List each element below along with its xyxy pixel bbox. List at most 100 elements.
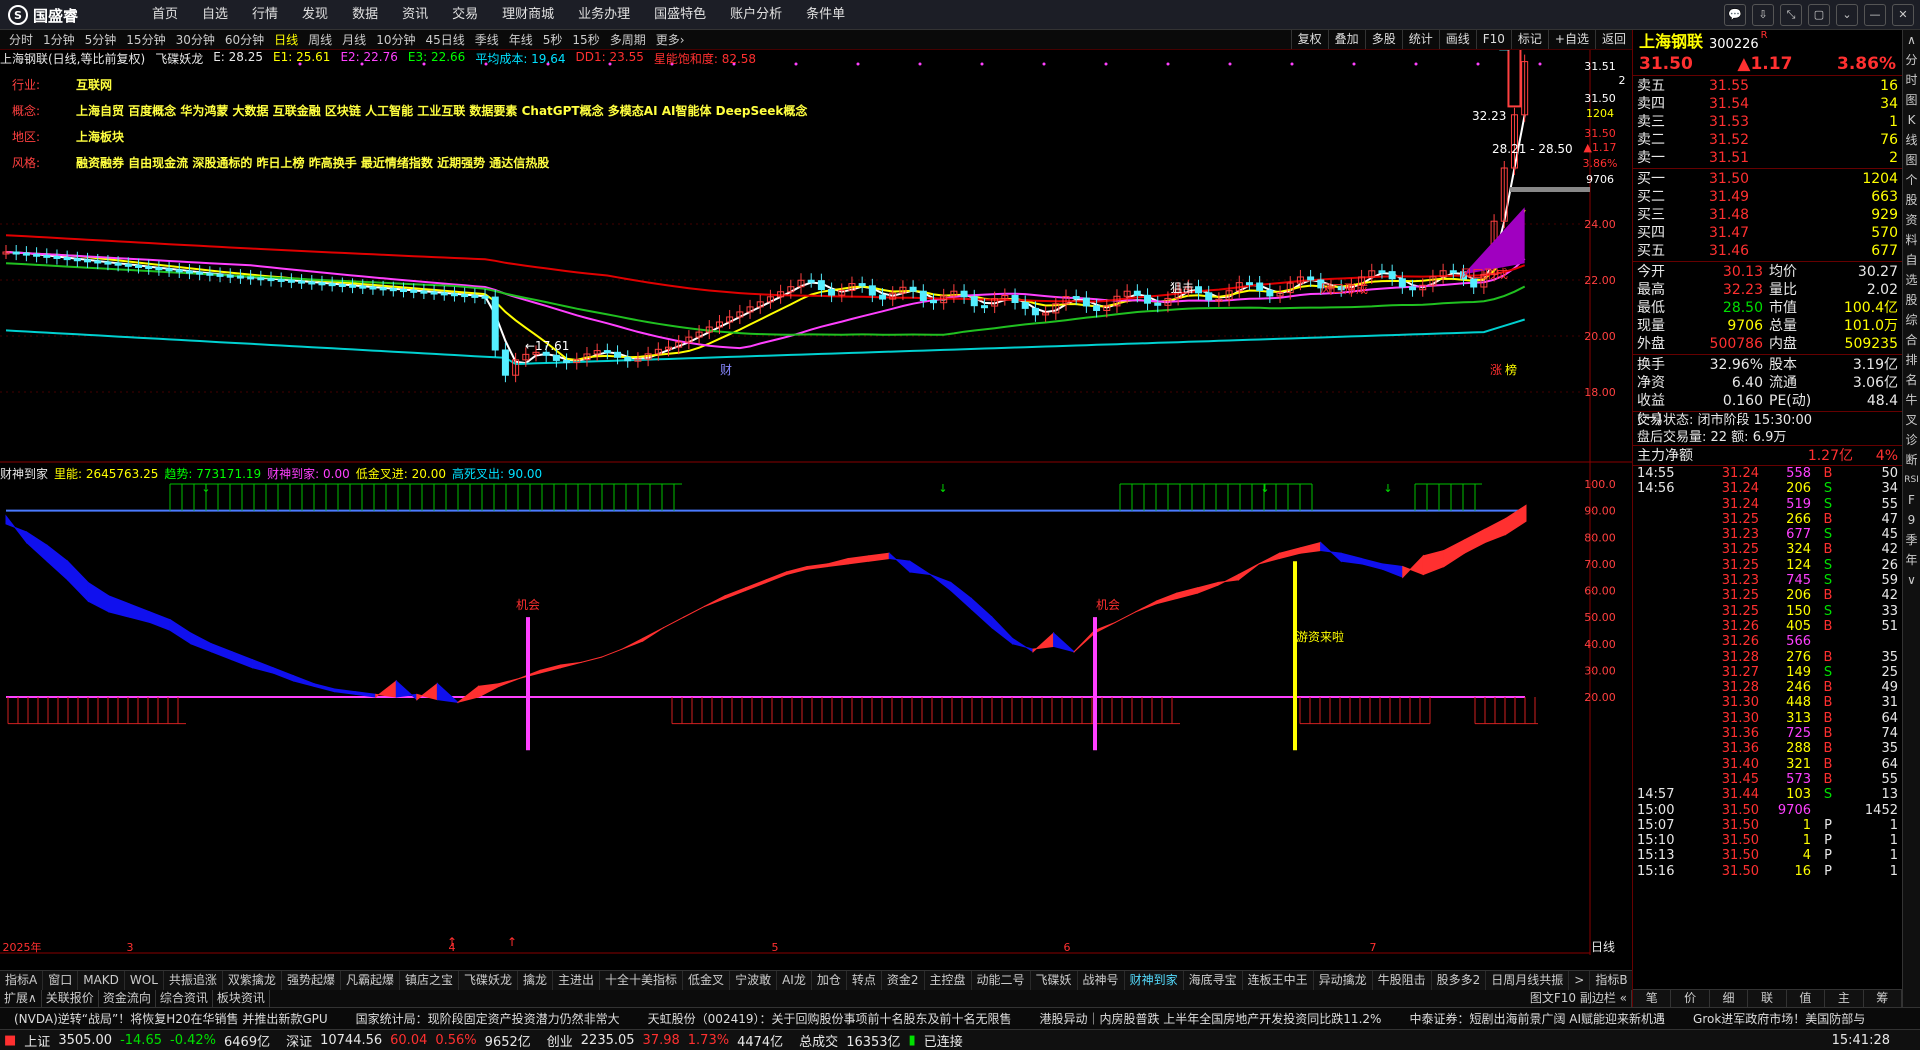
side-strip-item[interactable]: 时 [1905, 70, 1917, 90]
side-strip-item[interactable]: 股 [1905, 290, 1917, 310]
period-tab[interactable]: 5分钟 [80, 30, 122, 50]
indicator-tab[interactable]: > [1569, 971, 1591, 990]
indicator-tab[interactable]: 异动擒龙 [1314, 971, 1373, 990]
indicator-tab[interactable]: 指标A [0, 971, 44, 990]
indicator-tab[interactable]: 窗口 [43, 971, 79, 990]
quote-tab[interactable]: 细 [1710, 990, 1749, 1007]
side-strip-item[interactable]: 9 [1908, 510, 1916, 530]
news-item[interactable]: 中泰证券：短剧出海前景广阔 AI赋能迎来新机遇 [1395, 1008, 1679, 1029]
sub-tab[interactable]: 板块资讯 [213, 990, 270, 1007]
news-item[interactable]: (NVDA)逆转“战局”！将恢复H20在华销售 并推出新款GPU [0, 1008, 342, 1029]
indicator-tab[interactable]: 牛股阻击 [1373, 971, 1432, 990]
indicator-tab[interactable]: 宁波敢 [730, 971, 778, 990]
side-strip-item[interactable]: 年 [1905, 550, 1917, 570]
indicator-tab[interactable]: WOL [125, 971, 164, 990]
quote-tab[interactable]: 笔 [1633, 990, 1672, 1007]
indicator-tab[interactable]: 低金叉 [683, 971, 731, 990]
side-strip-item[interactable]: 排 [1905, 350, 1917, 370]
sub-indicator-chart[interactable]: 100.0 90.00 80.00 70.00 60.00 50.00 40.00 30.00… [0, 463, 1632, 955]
indicator-tab[interactable]: 飞碟妖 [1031, 971, 1078, 990]
side-strip-item[interactable]: 叉 [1905, 410, 1917, 430]
indicator-tab[interactable]: 指标B [1590, 971, 1632, 990]
chart-tool-button[interactable]: 画线 [1438, 30, 1476, 49]
chart-tool-button[interactable]: 标记 [1510, 30, 1548, 49]
side-strip-item[interactable]: 季 [1905, 530, 1917, 550]
side-strip-item[interactable]: F [1908, 490, 1915, 510]
side-strip-item[interactable]: 综 [1905, 310, 1917, 330]
quote-tab[interactable]: 价 [1671, 990, 1710, 1007]
menu-item[interactable]: 条件单 [794, 0, 857, 30]
side-strip-item[interactable]: 诊 [1905, 430, 1917, 450]
window-control-icon[interactable]: ⇩ [1752, 4, 1774, 26]
period-tab[interactable]: 10分钟 [371, 30, 420, 50]
chart-tool-button[interactable]: 返回 [1594, 30, 1632, 49]
indicator-tab[interactable]: 凡霸起爆 [341, 971, 400, 990]
period-tab[interactable]: 15秒 [567, 30, 604, 50]
window-control-icon[interactable]: ▢ [1808, 4, 1830, 26]
indicator-tab[interactable]: 强势起爆 [282, 971, 341, 990]
menu-item[interactable]: 资讯 [390, 0, 440, 30]
quote-tab[interactable]: 联 [1748, 990, 1787, 1007]
side-strip-item[interactable]: 图 [1905, 90, 1917, 110]
indicator-tab[interactable]: 股多多2 [1432, 971, 1487, 990]
menu-item[interactable]: 业务办理 [566, 0, 642, 30]
window-control-icon[interactable]: — [1864, 4, 1886, 26]
quote-tab[interactable]: 值 [1787, 990, 1826, 1007]
side-strip-item[interactable]: 牛 [1905, 390, 1917, 410]
indicator-tab[interactable]: 共振追涨 [164, 971, 223, 990]
period-tab[interactable]: 30分钟 [171, 30, 220, 50]
side-strip-item[interactable]: ∨ [1907, 570, 1916, 590]
sub-tab[interactable]: 扩展∧ [0, 990, 42, 1007]
side-strip-item[interactable]: 料 [1905, 230, 1917, 250]
sub-tab[interactable]: 综合资讯 [156, 990, 213, 1007]
sub-tab[interactable]: 资金流向 [99, 990, 156, 1007]
side-strip-item[interactable]: 个 [1905, 170, 1917, 190]
indicator-tab[interactable]: 飞碟妖龙 [459, 971, 518, 990]
news-item[interactable]: 天虹股份（002419）：关于回购股份事项前十名股东及前十名无限售 [634, 1008, 1026, 1029]
period-tab[interactable]: 1分钟 [38, 30, 80, 50]
side-strip-item[interactable]: 资 [1905, 210, 1917, 230]
chart-tool-button[interactable]: 复权 [1290, 30, 1328, 49]
side-strip-item[interactable]: 断 [1905, 450, 1917, 470]
period-tab[interactable]: 多周期 [605, 30, 651, 50]
news-item[interactable]: 国家统计局：现阶段固定资产投资潜力仍然非常大 [342, 1008, 634, 1029]
window-control-icon[interactable]: ⤡ [1780, 4, 1802, 26]
news-item[interactable]: Grok进军政府市场！美国防部与 [1679, 1008, 1879, 1029]
indicator-tab[interactable]: 连板王中王 [1243, 971, 1314, 990]
indicator-tab[interactable]: 镇店之宝 [400, 971, 459, 990]
indicator-tab[interactable]: MAKD [78, 971, 125, 990]
period-tab[interactable]: 60分钟 [220, 30, 269, 50]
indicator-tab[interactable]: 日周月线共振 [1486, 971, 1570, 990]
window-control-icon[interactable]: ✕ [1892, 4, 1914, 26]
news-item[interactable]: 港股异动｜内房股普跌 上半年全国房地产开发投资同比跌11.2% [1025, 1008, 1395, 1029]
menu-item[interactable]: 交易 [440, 0, 490, 30]
main-flow-row[interactable]: 主力净额 1.27亿 4% [1633, 446, 1902, 466]
day-period-button[interactable]: 日线 [1591, 940, 1615, 954]
window-control-icon[interactable]: 💬 [1724, 4, 1746, 26]
quote-tab[interactable]: 筹 [1864, 990, 1902, 1007]
side-strip-item[interactable]: 分 [1905, 50, 1917, 70]
period-tab[interactable]: 更多› [651, 30, 690, 50]
side-strip-item[interactable]: 股 [1905, 190, 1917, 210]
menu-item[interactable]: 账户分析 [718, 0, 794, 30]
period-tab[interactable]: 季线 [470, 30, 504, 50]
indicator-tab[interactable]: 动能二号 [972, 971, 1031, 990]
indicator-tab[interactable]: 海底寻宝 [1184, 971, 1243, 990]
quote-tab[interactable]: 主 [1825, 990, 1864, 1007]
sub-tab[interactable]: 关联报价 [42, 990, 99, 1007]
period-tab[interactable]: 月线 [337, 30, 371, 50]
chart-tool-button[interactable]: 统计 [1401, 30, 1439, 49]
menu-item[interactable]: 国盛特色 [642, 0, 718, 30]
tick-list[interactable]: 14:55 31.24 558 B 50 14:56 31.24 206 S 34 31.24 519… [1633, 466, 1902, 879]
side-strip-item[interactable]: 线 [1905, 130, 1917, 150]
menu-item[interactable]: 首页 [140, 0, 190, 30]
period-tab[interactable]: 日线 [269, 30, 303, 50]
chart-tool-button[interactable]: +自选 [1547, 30, 1595, 49]
window-control-icon[interactable]: ⌄ [1836, 4, 1858, 26]
side-strip-item[interactable]: K [1908, 110, 1916, 130]
indicator-tab[interactable]: 双紫擒龙 [223, 971, 282, 990]
period-tab[interactable]: 45日线 [420, 30, 469, 50]
side-strip-item[interactable]: RSI [1904, 470, 1919, 490]
indicator-tab[interactable]: AI龙 [777, 971, 812, 990]
menu-item[interactable]: 自选 [190, 0, 240, 30]
